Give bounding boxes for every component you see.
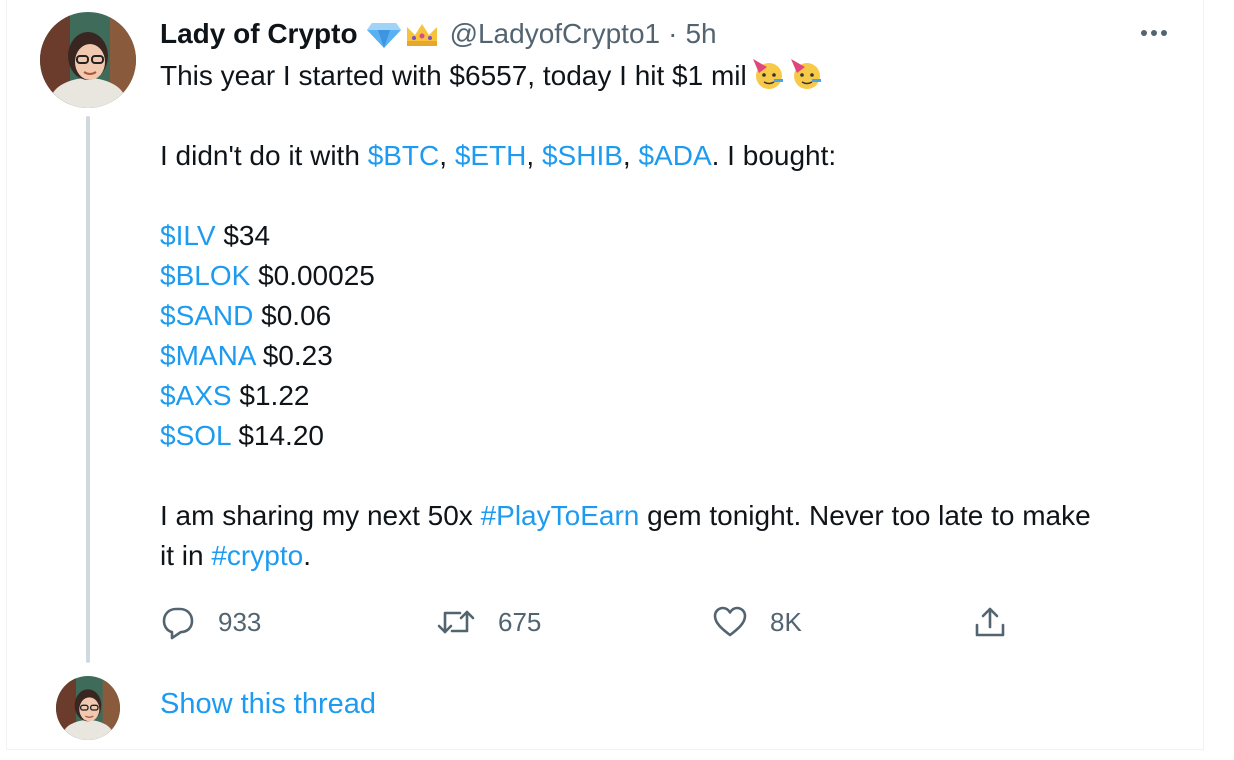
holding-price: $14.20 <box>238 420 324 451</box>
tweet-line-closing: it in #crypto. <box>160 536 1170 576</box>
tweet-text: , <box>622 140 631 171</box>
author-avatar[interactable] <box>40 12 136 108</box>
cashtag-link[interactable]: $SOL <box>160 420 231 451</box>
avatar-photo <box>56 676 120 740</box>
tweet-text: , <box>526 140 535 171</box>
holding-price: $0.06 <box>261 300 332 331</box>
tweet-line-intro: This year I started with $6557, today I … <box>160 56 1170 96</box>
holding-price: $1.22 <box>239 380 310 411</box>
author-avatar-small[interactable] <box>56 676 120 740</box>
cashtag-link[interactable]: $ETH <box>455 140 527 171</box>
heart-icon <box>713 606 747 637</box>
tweet-text: it in <box>160 540 212 571</box>
diamond-icon <box>366 19 402 49</box>
tweet-body: This year I started with $6557, today I … <box>160 56 1170 576</box>
cashtag-link[interactable]: $SAND <box>160 300 253 331</box>
tweet-text: gem tonight. Never too late to make <box>639 500 1091 531</box>
tweet-text: . I bought: <box>711 140 837 171</box>
tweet-text: , <box>439 140 448 171</box>
holding-item: $ILV $34 <box>160 216 1170 256</box>
holding-price: $0.00025 <box>258 260 375 291</box>
separator-dot: · <box>668 18 678 49</box>
holding-item: $SAND $0.06 <box>160 296 1170 336</box>
retweet-count: 675 <box>498 606 542 637</box>
crown-icon <box>404 19 440 49</box>
cashtag-link[interactable]: $AXS <box>160 380 232 411</box>
holding-item: $MANA $0.23 <box>160 336 1170 376</box>
like-count: 8K <box>770 606 802 637</box>
holding-price: $0.23 <box>262 340 333 371</box>
cashtag-link[interactable]: $BTC <box>368 140 440 171</box>
tweet-text: I am sharing my next 50x <box>160 500 481 531</box>
reply-icon <box>162 607 194 640</box>
tweet-timestamp[interactable]: 5h <box>685 18 716 50</box>
author-handle[interactable]: @LadyofCrypto1 <box>450 18 661 50</box>
cashtag-link[interactable]: $ILV <box>160 220 216 251</box>
tweet-text: This year I started with $6557, today I … <box>160 60 747 91</box>
like-button[interactable]: 8K <box>712 600 802 644</box>
cashtag-link[interactable]: $SHIB <box>542 140 623 171</box>
share-button[interactable] <box>972 600 1008 644</box>
reply-count: 933 <box>218 606 262 637</box>
partying-face-icon <box>751 57 785 91</box>
reply-button[interactable]: 933 <box>160 600 261 644</box>
hashtag-link[interactable]: #PlayToEarn <box>481 500 640 531</box>
more-options-icon[interactable] <box>1132 18 1176 48</box>
tweet-header: Lady of Crypto @LadyofCrypto1 · 5h <box>160 14 717 54</box>
retweet-icon <box>437 610 475 634</box>
show-thread-link[interactable]: Show this thread <box>160 688 376 721</box>
thread-connector-line <box>86 116 90 663</box>
tweet-actions: 933 675 8K <box>160 600 1020 644</box>
cashtag-link[interactable]: $BLOK <box>160 260 250 291</box>
author-name[interactable]: Lady of Crypto <box>160 18 358 50</box>
tweet-text: I didn't do it with <box>160 140 368 171</box>
cashtag-link[interactable]: $ADA <box>638 140 711 171</box>
avatar-photo <box>40 12 136 108</box>
retweet-button[interactable]: 675 <box>436 600 541 644</box>
tweet-text: . <box>303 540 311 571</box>
holding-item: $SOL $14.20 <box>160 416 1170 456</box>
holding-item: $AXS $1.22 <box>160 376 1170 416</box>
holding-item: $BLOK $0.00025 <box>160 256 1170 296</box>
hashtag-link[interactable]: #crypto <box>211 540 303 571</box>
partying-face-icon <box>789 57 823 91</box>
share-icon <box>975 607 1005 637</box>
holding-price: $34 <box>223 220 271 251</box>
tweet-line-closing: I am sharing my next 50x #PlayToEarn gem… <box>160 496 1170 536</box>
tweet-line-tickers: I didn't do it with $BTC, $ETH, $SHIB, $… <box>160 136 1170 176</box>
cashtag-link[interactable]: $MANA <box>160 340 255 371</box>
